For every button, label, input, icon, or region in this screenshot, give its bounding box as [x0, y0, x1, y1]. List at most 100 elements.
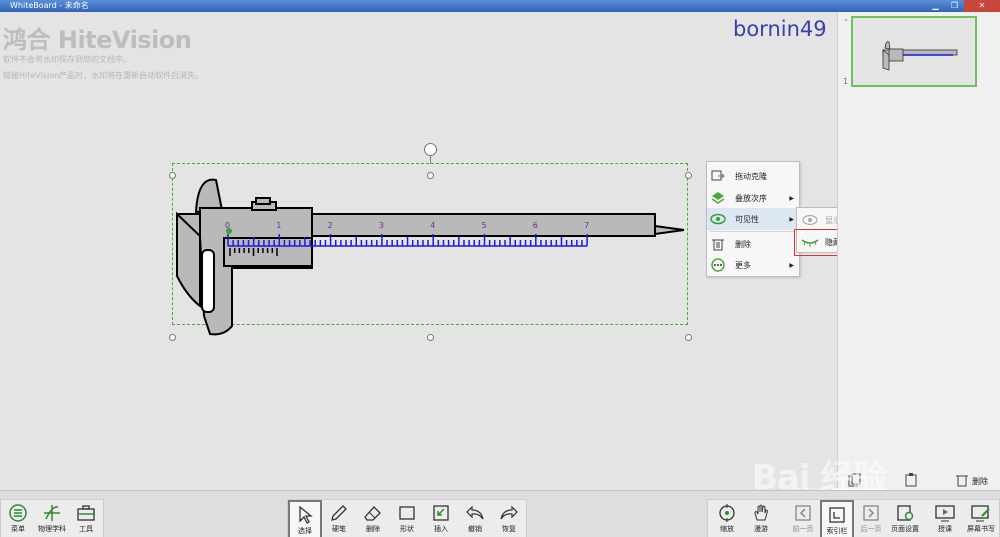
toolbar-label: 撤销: [468, 525, 482, 533]
bottom-toolbar: 菜单 物理学科 工具 选择 硬笔 删除 形状 插入 撤销 恢复 缩放 漫游 前一…: [0, 490, 1000, 537]
watermark-notice-1: 软件不会将水印保存到您的文档中。: [3, 55, 131, 64]
drag-clone-icon: [707, 165, 729, 187]
teach-button[interactable]: 授课: [928, 500, 962, 537]
prev-page-icon: [794, 503, 812, 523]
teach-icon: [935, 503, 955, 523]
undo-icon: [466, 503, 484, 523]
toolbar-label: 硬笔: [332, 525, 346, 533]
toolbar-label: 屏幕书写: [967, 525, 995, 533]
screen-write-icon: [971, 503, 991, 523]
eraser-button[interactable]: 删除: [356, 500, 390, 537]
select-button[interactable]: 选择: [288, 500, 322, 537]
zoom-icon: [718, 503, 736, 523]
shape-icon: [398, 503, 416, 523]
next-page-icon: [862, 503, 880, 523]
zoom-button[interactable]: 缩放: [710, 500, 744, 537]
roam-button[interactable]: 漫游: [744, 500, 778, 537]
ruler-number: 7: [584, 221, 589, 230]
cursor-icon: [297, 505, 313, 525]
menu-item-delete[interactable]: 删除: [707, 233, 801, 255]
rotate-handle[interactable]: [424, 143, 437, 156]
index-bar-button[interactable]: 索引栏: [820, 500, 854, 537]
window-title-bar: WhiteBoard - 未命名 ▁ ❐ ✕: [0, 0, 1000, 12]
toolbar-group-right: 缩放 漫游 前一页 索引栏 后一页 页面设置 授课 屏幕书写: [707, 499, 1000, 537]
pen-button[interactable]: 硬笔: [322, 500, 356, 537]
pen-icon: [330, 503, 348, 523]
index-bar-icon: [828, 505, 846, 525]
menu-item-label: 拖动克隆: [735, 171, 767, 181]
redo-button[interactable]: 恢复: [492, 500, 526, 537]
page-settings-button[interactable]: 页面设置: [888, 500, 922, 537]
author-label: bornin49: [733, 17, 827, 41]
delete-page-label: 删除: [972, 476, 988, 486]
toolbar-group-center: 选择 硬笔 删除 形状 插入 撤销 恢复: [287, 499, 527, 537]
collapse-icon[interactable]: ⌄: [843, 15, 849, 23]
menu-item-label: 更多: [735, 260, 751, 270]
insert-button[interactable]: 插入: [424, 500, 458, 537]
ruler-number: 2: [328, 221, 333, 230]
toolbar-label: 后一页: [860, 525, 882, 533]
minimize-button[interactable]: ▁: [926, 0, 945, 12]
paste-page-icon: [904, 473, 918, 489]
submenu-arrow-icon: ▶: [789, 194, 794, 202]
menu-icon: [9, 503, 27, 523]
physics-icon: [43, 503, 61, 523]
ruler-number: 1: [276, 221, 281, 230]
restore-button[interactable]: ❐: [945, 0, 964, 12]
toolbar-label: 缩放: [720, 525, 734, 533]
insert-icon: [432, 503, 450, 523]
prev-page-button[interactable]: 前一页: [786, 500, 820, 537]
delete-page-button[interactable]: 删除: [956, 472, 988, 490]
ruler-number: 5: [482, 221, 487, 230]
screen-write-button[interactable]: 屏幕书写: [964, 500, 998, 537]
toolbar-label: 索引栏: [826, 527, 848, 535]
undo-button[interactable]: 撤销: [458, 500, 492, 537]
menu-item-visibility[interactable]: 可见性 ▶: [707, 208, 801, 230]
visibility-eye-icon: [707, 208, 729, 230]
close-button[interactable]: ✕: [964, 0, 1000, 12]
toolbox-icon: [77, 503, 95, 523]
layer-order-icon: [707, 187, 729, 209]
menu-item-drag-clone[interactable]: 拖动克隆: [707, 165, 801, 187]
menu-separator: [710, 231, 798, 232]
shape-button[interactable]: 形状: [390, 500, 424, 537]
trash-icon: [707, 233, 729, 255]
page-thumbnail[interactable]: [851, 16, 977, 87]
ruler-number: 4: [430, 221, 435, 230]
physics-button[interactable]: 物理学科: [35, 500, 69, 537]
hitevision-logo: 鸿合 HiteVision: [3, 26, 192, 54]
redo-icon: [500, 503, 518, 523]
menu-button[interactable]: 菜单: [1, 500, 35, 537]
trash-icon: [956, 473, 968, 489]
vernier-caliper-image[interactable]: 01234567: [172, 176, 688, 338]
thumbnail-caliper-image: [882, 41, 958, 71]
submenu-arrow-icon: ▶: [789, 261, 794, 269]
paste-page-button[interactable]: [904, 472, 918, 490]
toolbar-label: 物理学科: [38, 525, 66, 533]
context-menu: 拖动克隆 叠放次序 ▶ 可见性 ▶ 删除 更多 ▶: [706, 161, 801, 277]
menu-item-label: 叠放次序: [735, 193, 767, 203]
menu-item-more[interactable]: 更多 ▶: [707, 254, 801, 276]
next-page-button[interactable]: 后一页: [854, 500, 888, 537]
eye-open-icon: [797, 214, 823, 226]
toolbar-label: 页面设置: [891, 525, 919, 533]
more-icon: [707, 254, 729, 276]
toolbar-label: 工具: [79, 525, 93, 533]
toolbar-label: 插入: [434, 525, 448, 533]
menu-item-label: 可见性: [735, 214, 759, 224]
ruler-number: 3: [379, 221, 384, 230]
toolbar-label: 形状: [400, 525, 414, 533]
toolbar-group-left: 菜单 物理学科 工具: [0, 499, 104, 537]
watermark-notice-2: 链接HiteVision产品时，水印将在重新启动软件后消失。: [3, 71, 204, 80]
page-number: 1: [843, 77, 849, 86]
page-thumbnail-panel: ⌄ 1 删除: [837, 12, 1000, 490]
menu-item-layer-order[interactable]: 叠放次序 ▶: [707, 187, 801, 209]
submenu-arrow-icon: ▶: [789, 215, 794, 223]
toolbar-label: 选择: [298, 527, 312, 535]
roam-hand-icon: [752, 503, 770, 523]
tools-button[interactable]: 工具: [69, 500, 103, 537]
window-title: WhiteBoard - 未命名: [10, 1, 89, 10]
toolbar-label: 漫游: [754, 525, 768, 533]
toolbar-label: 菜单: [11, 525, 25, 533]
toolbar-label: 恢复: [502, 525, 516, 533]
